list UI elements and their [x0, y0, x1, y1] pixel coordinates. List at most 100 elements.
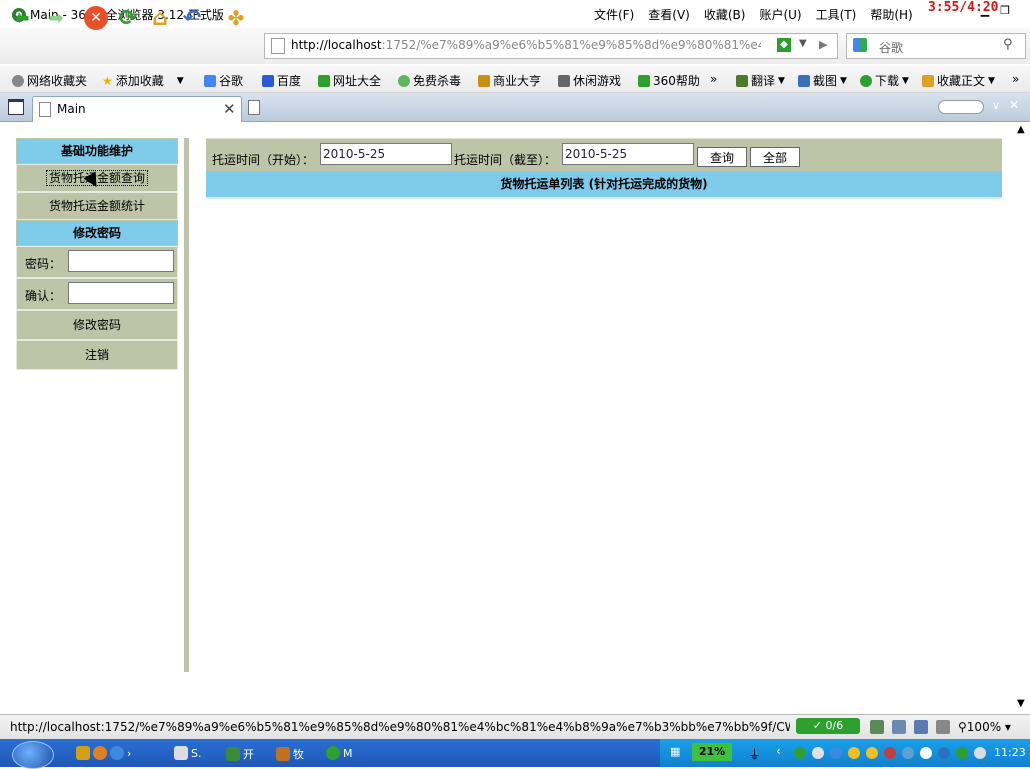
zoom-level[interactable]: ⚲100% ▾ — [958, 720, 1011, 734]
page-icon — [39, 102, 51, 117]
app-icon — [174, 746, 188, 760]
media-icon[interactable] — [93, 746, 107, 760]
forward-arrow-icon[interactable]: ➡ — [42, 4, 70, 32]
scroll-down-icon[interactable]: ▼ — [1017, 698, 1025, 709]
search-icon[interactable]: ⚲ — [1003, 37, 1013, 52]
chevron-down-icon[interactable]: ∨ — [992, 99, 1000, 112]
more-toolbar-icon[interactable]: » — [1012, 72, 1019, 86]
confirm-row: 确认： — [16, 278, 178, 310]
change-password-button[interactable]: 修改密码 — [16, 310, 178, 340]
menu-view[interactable]: 查看(V) — [648, 6, 690, 23]
fav-baidu[interactable]: 百度 — [262, 72, 301, 89]
download-counter[interactable]: ✓ 0/6 — [796, 718, 860, 734]
password-label: 密码： — [25, 257, 62, 271]
menu-help[interactable]: 帮助(H) — [870, 6, 912, 23]
status-bar: http://localhost:1752/%e7%89%a9%e6%b5%81… — [0, 714, 1030, 739]
scroll-up-icon[interactable]: ▲ — [1017, 124, 1025, 135]
translate-button[interactable]: 翻译 ▼ — [736, 72, 785, 89]
confirm-password-field[interactable] — [68, 282, 174, 304]
speaker-icon[interactable] — [936, 720, 950, 734]
screenshot-icon — [798, 74, 810, 87]
battery-indicator[interactable]: 21% — [692, 743, 732, 761]
task-main[interactable]: M — [326, 746, 353, 760]
task-s[interactable]: S. — [174, 746, 201, 760]
tray-app-icon[interactable] — [812, 747, 824, 759]
address-bar[interactable]: http://localhost:1752/%e7%89%a9%e6%b5%81… — [264, 33, 838, 59]
logout-button[interactable]: 注销 — [16, 340, 178, 370]
tray-qq-icon[interactable] — [848, 747, 860, 759]
more-favorites-icon[interactable]: » — [710, 72, 717, 86]
task-kai[interactable]: 开 — [226, 746, 254, 762]
search-input[interactable]: 谷歌 — [879, 39, 903, 56]
query-button[interactable]: 查询 — [697, 147, 747, 167]
go-icon[interactable]: ▶ — [819, 38, 827, 51]
password-row: 密码： — [16, 246, 178, 278]
fav-business[interactable]: 商业大亨 — [478, 72, 541, 89]
chevron-left-icon[interactable]: ‹ — [776, 744, 781, 758]
menu-favorites[interactable]: 收藏(B) — [704, 6, 746, 23]
back-arrow-icon[interactable]: ⬅ — [8, 4, 36, 32]
vertical-scrollbar[interactable]: ▲ ▼ — [1014, 122, 1030, 714]
cargo-amount-stats-link[interactable]: 货物托运金额统计 — [16, 192, 178, 220]
tab-main[interactable]: Main ✕ — [32, 96, 242, 122]
tray-app4-icon[interactable] — [938, 747, 950, 759]
menu-file[interactable]: 文件(F) — [594, 6, 634, 23]
shield-icon[interactable]: ◆ — [777, 38, 791, 52]
fav-google[interactable]: 谷歌 — [204, 72, 243, 89]
tray-360-icon[interactable] — [794, 747, 806, 759]
task-mu[interactable]: 牧 — [276, 746, 304, 762]
download-button[interactable]: 下载 ▼ — [860, 72, 909, 89]
paw-icon[interactable]: ✤ — [222, 4, 250, 32]
chevron-right-icon[interactable]: › — [127, 747, 131, 760]
document-icon[interactable] — [892, 720, 906, 734]
tab-search-pill[interactable] — [938, 100, 984, 114]
minimize-icon[interactable]: ▁ — [978, 4, 992, 18]
password-field[interactable] — [68, 250, 174, 272]
address-url[interactable]: http://localhost:1752/%e7%89%a9%e6%b5%81… — [291, 38, 761, 52]
refresh-icon[interactable]: ⟳ — [114, 4, 142, 32]
baidu-icon — [262, 74, 274, 87]
fav-antivirus[interactable]: 免费杀毒 — [398, 72, 461, 89]
menu-tools[interactable]: 工具(T) — [816, 6, 857, 23]
calendar-icon[interactable] — [870, 720, 884, 734]
printer-icon[interactable] — [914, 720, 928, 734]
screenshot-button[interactable]: 截图 ▼ — [798, 72, 847, 89]
restore-icon[interactable]: ❐ — [998, 4, 1012, 18]
tray-network-icon[interactable] — [902, 747, 914, 759]
start-time-label: 托运时间（开始）： — [212, 153, 315, 167]
fav-360help[interactable]: 360帮助 — [638, 72, 700, 89]
tray-shield-icon[interactable] — [956, 747, 968, 759]
undo-icon[interactable]: ↶ — [178, 4, 206, 32]
ie-icon[interactable] — [110, 746, 124, 760]
fav-network[interactable]: 网络收藏夹 — [12, 72, 87, 89]
menu-account[interactable]: 账户(U) — [759, 6, 801, 23]
main-panel: 托运时间（开始）： 托运时间（截至）： 查询 全部 货物托运单列表 (针对托运完… — [206, 138, 1002, 199]
search-box[interactable]: 谷歌 ⚲ — [846, 33, 1026, 59]
end-time-input[interactable] — [562, 143, 694, 165]
stop-icon[interactable]: ✕ — [84, 6, 108, 30]
fav-hao[interactable]: 网址大全 — [318, 72, 381, 89]
end-time-label: 托运时间（截至）： — [454, 153, 557, 167]
finder-icon[interactable] — [76, 746, 90, 760]
tray-app3-icon[interactable] — [920, 747, 932, 759]
sidebar-toggle-icon[interactable] — [8, 99, 24, 115]
google-icon[interactable] — [853, 38, 867, 52]
power-plug-icon[interactable]: ⏚ — [748, 744, 761, 763]
save-text-button[interactable]: 收藏正文 ▼ — [922, 72, 995, 89]
new-tab-icon[interactable] — [248, 100, 260, 115]
fav-games[interactable]: 休闲游戏 — [558, 72, 621, 89]
start-button[interactable] — [12, 741, 54, 769]
close-icon[interactable]: ✕ — [223, 100, 236, 118]
chevron-down-icon[interactable]: ▼ — [799, 38, 807, 49]
home-icon[interactable]: ⌂ — [146, 4, 174, 32]
start-time-input[interactable] — [320, 143, 452, 165]
gamepad-icon — [558, 74, 570, 87]
fav-add[interactable]: ★ 添加收藏 ▼ — [102, 72, 184, 89]
tray-ie-icon[interactable] — [830, 747, 842, 759]
tray-qq2-icon[interactable] — [866, 747, 878, 759]
all-button[interactable]: 全部 — [750, 147, 800, 167]
tray-app2-icon[interactable] — [884, 747, 896, 759]
keyboard-icon[interactable]: ▦ — [670, 745, 680, 758]
tray-volume-icon[interactable] — [974, 747, 986, 759]
close-icon[interactable]: ✕ — [1009, 98, 1019, 112]
